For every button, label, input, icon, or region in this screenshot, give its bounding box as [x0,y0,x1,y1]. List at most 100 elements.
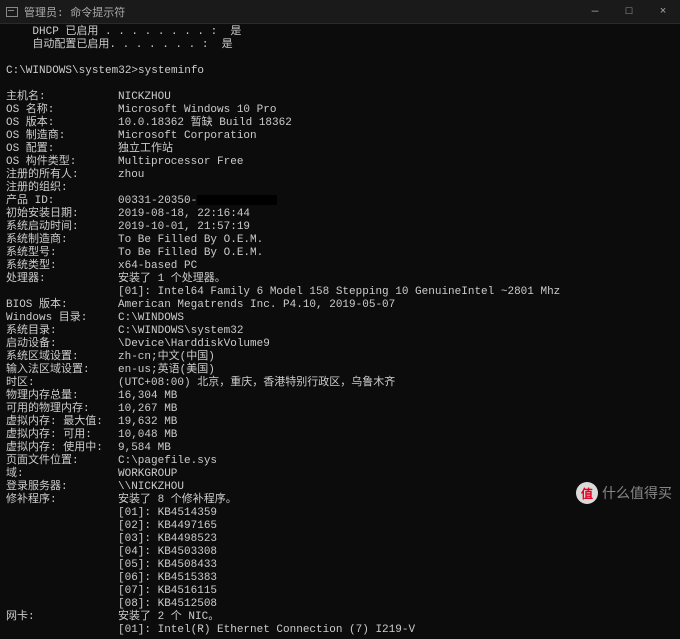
info-row: OS 版本:10.0.18362 暂缺 Build 18362 [6,117,674,130]
info-row: [03]: KB4498523 [6,533,674,546]
info-value: American Megatrends Inc. P4.10, 2019-05-… [118,299,674,312]
info-label [6,598,118,611]
info-label: 修补程序: [6,494,118,507]
info-label [6,559,118,572]
close-button[interactable]: × [646,0,680,24]
redacted-block [197,195,277,205]
maximize-button[interactable]: □ [612,0,646,24]
info-row: [07]: KB4516115 [6,585,674,598]
info-row: 系统区域设置:zh-cn;中文(中国) [6,351,674,364]
info-row: 登录服务器:\\NICKZHOU [6,481,674,494]
info-row: [01]: KB4514359 [6,507,674,520]
info-value: C:\pagefile.sys [118,455,674,468]
info-value: [03]: KB4498523 [118,533,674,546]
info-row: OS 名称:Microsoft Windows 10 Pro [6,104,674,117]
info-label: 系统型号: [6,247,118,260]
info-value: Multiprocessor Free [118,156,674,169]
terminal-line [6,78,674,91]
info-row: 主机名:NICKZHOU [6,91,674,104]
info-value: [01]: KB4514359 [118,507,674,520]
info-row: BIOS 版本:American Megatrends Inc. P4.10, … [6,299,674,312]
info-value: zh-cn;中文(中国) [118,351,674,364]
info-label: 可用的物理内存: [6,403,118,416]
info-row: [02]: KB4497165 [6,520,674,533]
info-value: NICKZHOU [118,91,674,104]
info-row: [01]: Intel64 Family 6 Model 158 Steppin… [6,286,674,299]
info-row: [08]: KB4512508 [6,598,674,611]
info-label: 启动设备: [6,338,118,351]
info-value [118,182,674,195]
info-row: [06]: KB4515383 [6,572,674,585]
info-value: 10,267 MB [118,403,674,416]
info-row: 系统类型:x64-based PC [6,260,674,273]
terminal-line: C:\WINDOWS\system32>systeminfo [6,65,674,78]
info-row: 产品 ID:00331-20350- [6,195,674,208]
info-label: OS 制造商: [6,130,118,143]
info-label: 处理器: [6,273,118,286]
info-value: 2019-10-01, 21:57:19 [118,221,674,234]
info-value: 10.0.18362 暂缺 Build 18362 [118,117,674,130]
terminal-output[interactable]: DHCP 已启用 . . . . . . . . : 是 自动配置已启用. . … [0,24,680,639]
titlebar-left: 管理员: 命令提示符 [6,4,125,20]
info-value: C:\WINDOWS\system32 [118,325,674,338]
info-row: [04]: KB4503308 [6,546,674,559]
info-value: WORKGROUP [118,468,674,481]
info-label: 输入法区域设置: [6,364,118,377]
info-row: [01]: Intel(R) Ethernet Connection (7) I… [6,624,674,637]
info-row: OS 构件类型:Multiprocessor Free [6,156,674,169]
info-row: 页面文件位置:C:\pagefile.sys [6,455,674,468]
info-value: 10,048 MB [118,429,674,442]
info-label [6,520,118,533]
info-label: 系统制造商: [6,234,118,247]
info-label: OS 名称: [6,104,118,117]
window-controls: — □ × [578,0,680,24]
info-row: 域:WORKGROUP [6,468,674,481]
info-value: Microsoft Corporation [118,130,674,143]
minimize-button[interactable]: — [578,0,612,24]
info-label: 登录服务器: [6,481,118,494]
info-row: 注册的组织: [6,182,674,195]
info-row: 系统制造商:To Be Filled By O.E.M. [6,234,674,247]
info-row: 物理内存总量:16,304 MB [6,390,674,403]
info-row: 时区:(UTC+08:00) 北京，重庆，香港特别行政区，乌鲁木齐 [6,377,674,390]
info-row: 注册的所有人:zhou [6,169,674,182]
info-label [6,546,118,559]
info-label: 虚拟内存: 最大值: [6,416,118,429]
info-label [6,533,118,546]
info-value: 安装了 2 个 NIC。 [118,611,674,624]
info-label: 域: [6,468,118,481]
info-value: Microsoft Windows 10 Pro [118,104,674,117]
info-row: 网卡:安装了 2 个 NIC。 [6,611,674,624]
info-row: 启动设备:\Device\HarddiskVolume9 [6,338,674,351]
terminal-line [6,52,674,65]
info-label: BIOS 版本: [6,299,118,312]
info-value: [07]: KB4516115 [118,585,674,598]
info-value: [01]: Intel64 Family 6 Model 158 Steppin… [118,286,674,299]
terminal-line: DHCP 已启用 . . . . . . . . : 是 [6,26,674,39]
info-row: 系统目录:C:\WINDOWS\system32 [6,325,674,338]
info-label: 初始安装日期: [6,208,118,221]
info-label: OS 构件类型: [6,156,118,169]
info-label: 物理内存总量: [6,390,118,403]
info-row: 输入法区域设置:en-us;英语(美国) [6,364,674,377]
info-label: 注册的所有人: [6,169,118,182]
info-value: zhou [118,169,674,182]
info-value: To Be Filled By O.E.M. [118,247,674,260]
info-value: 2019-08-18, 22:16:44 [118,208,674,221]
info-value: [01]: Intel(R) Ethernet Connection (7) I… [118,624,674,637]
info-label: 网卡: [6,611,118,624]
info-label: OS 配置: [6,143,118,156]
info-label: 系统目录: [6,325,118,338]
info-label: OS 版本: [6,117,118,130]
info-value: 00331-20350- [118,195,674,208]
info-label: Windows 目录: [6,312,118,325]
info-row: 系统型号:To Be Filled By O.E.M. [6,247,674,260]
info-row: 处理器:安装了 1 个处理器。 [6,273,674,286]
info-label: 主机名: [6,91,118,104]
info-value: [06]: KB4515383 [118,572,674,585]
info-value: [08]: KB4512508 [118,598,674,611]
info-value: en-us;英语(美国) [118,364,674,377]
info-value: (UTC+08:00) 北京，重庆，香港特别行政区，乌鲁木齐 [118,377,674,390]
info-row: 虚拟内存: 最大值:19,632 MB [6,416,674,429]
info-value: [04]: KB4503308 [118,546,674,559]
